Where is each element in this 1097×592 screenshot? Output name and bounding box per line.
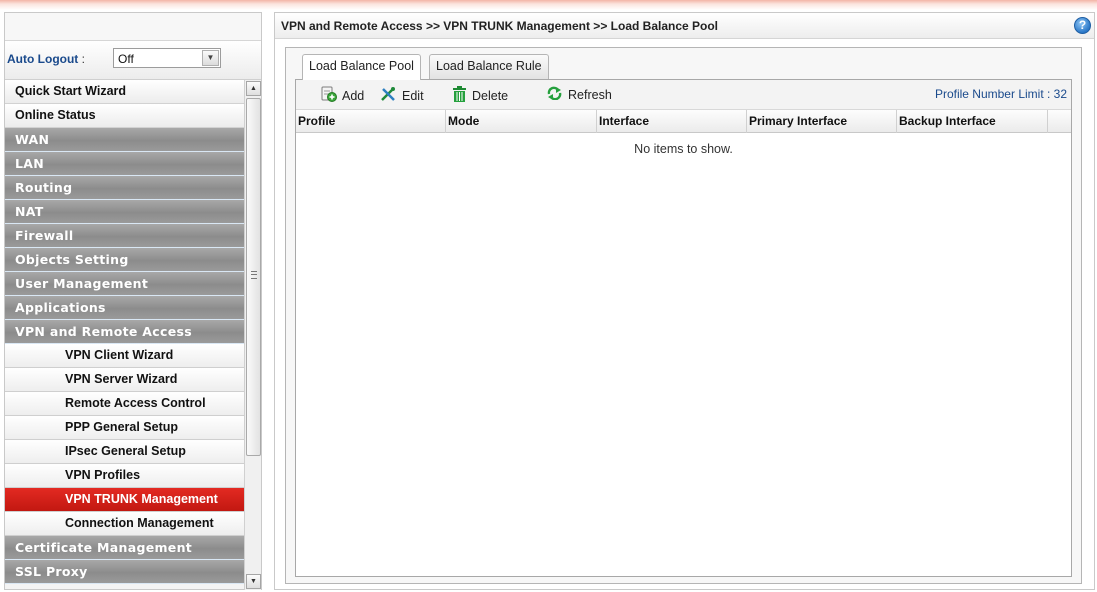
- auto-logout-value: Off: [118, 52, 134, 66]
- edit-button[interactable]: Edit: [380, 86, 424, 104]
- column-header-backup-interface[interactable]: Backup Interface: [897, 110, 1048, 133]
- sidebar-item-ssl-proxy[interactable]: SSL Proxy: [5, 560, 244, 584]
- profile-grid: Add Edit Delete Refresh Profile Number L…: [295, 79, 1072, 577]
- sidebar-item-vpn-client-wizard[interactable]: VPN Client Wizard: [5, 344, 244, 368]
- edit-label: Edit: [402, 88, 424, 103]
- edit-tools-icon: [380, 86, 397, 107]
- sidebar-top-strip: [5, 13, 261, 40]
- help-icon[interactable]: ?: [1074, 17, 1091, 34]
- sidebar-item-ipsec-general-setup[interactable]: IPsec General Setup: [5, 440, 244, 464]
- delete-button[interactable]: Delete: [452, 86, 508, 104]
- column-header-profile[interactable]: Profile: [296, 110, 446, 133]
- chevron-down-icon[interactable]: ▼: [202, 50, 219, 66]
- column-header-interface[interactable]: Interface: [597, 110, 747, 133]
- breadcrumb: VPN and Remote Access >> VPN TRUNK Manag…: [281, 19, 719, 33]
- breadcrumb-bar: VPN and Remote Access >> VPN TRUNK Manag…: [275, 13, 1094, 39]
- refresh-label: Refresh: [568, 88, 612, 102]
- add-document-icon: [320, 86, 337, 107]
- sidebar-item-routing[interactable]: Routing: [5, 176, 244, 200]
- refresh-button[interactable]: Refresh: [546, 86, 612, 104]
- column-header-primary-interface[interactable]: Primary Interface: [747, 110, 897, 133]
- sidebar-item-vpn-profiles[interactable]: VPN Profiles: [5, 464, 244, 488]
- sidebar-scrollbar[interactable]: ▲ ▼: [244, 80, 261, 590]
- column-header-spacer: [1048, 110, 1071, 133]
- sidebar-item-vpn-and-remote-access[interactable]: VPN and Remote Access: [5, 320, 244, 344]
- sidebar-item-applications[interactable]: Applications: [5, 296, 244, 320]
- table-header: Profile Mode Interface Primary Interface…: [296, 110, 1071, 133]
- add-button[interactable]: Add: [320, 86, 364, 104]
- sidebar-item-ppp-general-setup[interactable]: PPP General Setup: [5, 416, 244, 440]
- content-box: Load Balance Pool Load Balance Rule Add …: [285, 47, 1082, 584]
- sidebar-item-connection-management[interactable]: Connection Management: [5, 512, 244, 536]
- sidebar-item-wan[interactable]: WAN: [5, 128, 244, 152]
- add-label: Add: [342, 88, 365, 103]
- sidebar-item-online-status[interactable]: Online Status: [5, 104, 244, 128]
- sidebar-item-certificate-management[interactable]: Certificate Management: [5, 536, 244, 560]
- scroll-down-arrow-icon[interactable]: ▼: [246, 574, 261, 589]
- tab-load-balance-rule[interactable]: Load Balance Rule: [429, 54, 549, 79]
- scroll-up-arrow-icon[interactable]: ▲: [246, 81, 261, 96]
- column-header-mode[interactable]: Mode: [446, 110, 597, 133]
- trash-icon: [452, 86, 467, 107]
- auto-logout-row: Auto Logout : Off ▼: [5, 40, 261, 80]
- sidebar-item-user-management[interactable]: User Management: [5, 272, 244, 296]
- sidebar-item-firewall[interactable]: Firewall: [5, 224, 244, 248]
- sidebar-item-vpn-trunk-management[interactable]: VPN TRUNK Management: [5, 488, 244, 512]
- sidebar-item-remote-access-control[interactable]: Remote Access Control: [5, 392, 244, 416]
- sidebar-item-quick-start-wizard[interactable]: Quick Start Wizard: [5, 80, 244, 104]
- auto-logout-select[interactable]: Off ▼: [113, 48, 221, 68]
- main-panel: VPN and Remote Access >> VPN TRUNK Manag…: [274, 12, 1095, 590]
- scrollbar-thumb[interactable]: [246, 98, 261, 456]
- sidebar-item-lan[interactable]: LAN: [5, 152, 244, 176]
- top-glow: [0, 0, 1097, 10]
- empty-table-message: No items to show.: [634, 142, 733, 156]
- refresh-icon: [546, 86, 563, 105]
- grid-toolbar: Add Edit Delete Refresh Profile Number L…: [296, 80, 1071, 110]
- sidebar-item-nat[interactable]: NAT: [5, 200, 244, 224]
- sidebar: Auto Logout : Off ▼ Quick Start Wizard O…: [4, 12, 262, 590]
- profile-number-limit: Profile Number Limit : 32: [934, 87, 1067, 101]
- sidebar-item-objects-setting[interactable]: Objects Setting: [5, 248, 244, 272]
- sidebar-item-vpn-server-wizard[interactable]: VPN Server Wizard: [5, 368, 244, 392]
- auto-logout-label: Auto Logout :: [7, 52, 85, 66]
- delete-label: Delete: [472, 88, 509, 103]
- tab-load-balance-pool[interactable]: Load Balance Pool: [302, 54, 421, 80]
- sidebar-menu: Quick Start Wizard Online Status WAN LAN…: [5, 80, 244, 590]
- grip-icon: [251, 271, 257, 279]
